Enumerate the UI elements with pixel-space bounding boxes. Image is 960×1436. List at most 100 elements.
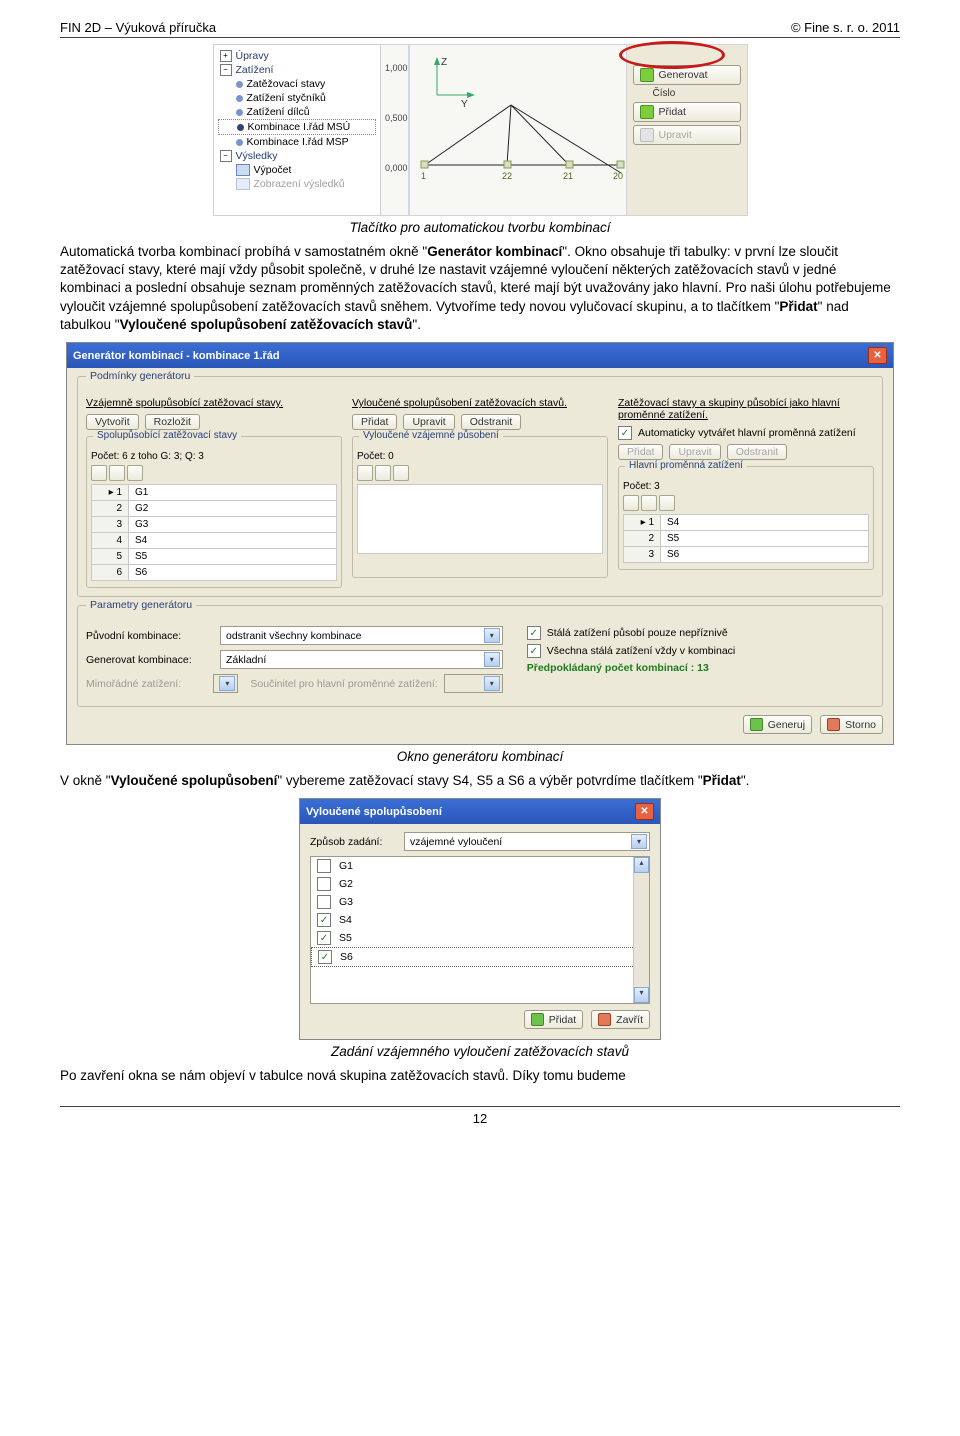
- dialog-title: Generátor kombinací - kombinace 1.řád: [73, 350, 280, 362]
- field-label: Mimořádné zatížení:: [86, 678, 207, 690]
- chevron-down-icon: ▾: [219, 676, 235, 691]
- dialog-titlebar[interactable]: Vyloučené spolupůsobení ✕: [300, 799, 660, 824]
- groupbox-label: Podmínky generátoru: [86, 370, 194, 382]
- field-label: Původní kombinace:: [86, 630, 214, 642]
- table-toolbar[interactable]: [623, 495, 869, 511]
- collapse-icon[interactable]: −: [220, 150, 232, 162]
- original-combo[interactable]: odstranit všechny kombinace▾: [220, 626, 503, 645]
- section-head: Vyloučené spolupůsobení zatěžovacích sta…: [352, 397, 608, 409]
- scroll-up-icon[interactable]: ▴: [634, 857, 649, 873]
- tree-item-selected[interactable]: Kombinace I.řád MSÚ: [248, 121, 351, 133]
- close-icon[interactable]: ✕: [868, 347, 887, 364]
- page-number: 12: [60, 1106, 900, 1126]
- add-button[interactable]: Přidat: [524, 1010, 583, 1029]
- tree-item[interactable]: Výpočet: [254, 164, 292, 176]
- table-label: Vyloučené vzájemné působení: [359, 430, 503, 441]
- tree-item[interactable]: Zatížení styčníků: [247, 92, 326, 104]
- states-table[interactable]: ▸ 1G1 2G2 3G3 4S4 5S5 6S6: [91, 484, 337, 581]
- node-label: 20: [613, 171, 623, 181]
- list-item: S4: [339, 914, 352, 926]
- tree-item[interactable]: Kombinace I.řád MSP: [247, 136, 349, 148]
- checkbox[interactable]: [317, 877, 331, 891]
- field-label: Způsob zadání:: [310, 836, 398, 848]
- checkbox[interactable]: ✓: [317, 931, 331, 945]
- add-button[interactable]: Přidat: [633, 102, 741, 122]
- tree-item[interactable]: Zatížení dílců: [247, 106, 310, 118]
- tree-group[interactable]: Úpravy: [236, 50, 269, 62]
- excluded-table[interactable]: [357, 484, 603, 554]
- expand-icon[interactable]: +: [220, 50, 232, 62]
- chevron-down-icon: ▾: [484, 676, 500, 691]
- meta-count: Počet: 0: [357, 451, 603, 462]
- create-button[interactable]: Vytvořit: [86, 414, 139, 430]
- figure-caption: Tlačítko pro automatickou tvorbu kombina…: [60, 220, 900, 235]
- close-button[interactable]: Zavřít: [591, 1010, 650, 1029]
- screenshot-tree-panel: +Úpravy −Zatížení Zatěžovací stavy Zatíž…: [213, 44, 748, 216]
- compute-icon: [236, 164, 250, 176]
- list-item: S6: [340, 951, 353, 963]
- node-label: 21: [563, 171, 573, 181]
- field-label: Součinitel pro hlavní proměnné zatížení:: [250, 678, 437, 690]
- checkbox[interactable]: ✓: [317, 913, 331, 927]
- check-icon: [750, 718, 763, 731]
- scroll-down-icon[interactable]: ▾: [634, 987, 649, 1003]
- checkbox-label: Všechna stálá zatížení vždy v kombinaci: [547, 645, 736, 657]
- edit-icon: [640, 128, 654, 142]
- generate-combo[interactable]: Základní▾: [220, 650, 503, 669]
- column-header: Číslo: [633, 88, 741, 99]
- add-button[interactable]: Přidat: [352, 414, 397, 430]
- checkbox[interactable]: ✓: [527, 644, 541, 658]
- axis-z-label: Z: [441, 57, 447, 68]
- section-head: Vzájemně spolupůsobící zatěžovací stavy.: [86, 397, 342, 409]
- bullet-icon: [237, 124, 244, 131]
- close-icon: [598, 1013, 611, 1026]
- tree-group[interactable]: Zatížení: [236, 64, 274, 76]
- generate-button[interactable]: Generuj: [743, 715, 812, 734]
- list-item: S5: [339, 932, 352, 944]
- scrollbar[interactable]: ▴ ▾: [633, 857, 649, 1003]
- checkbox[interactable]: ✓: [527, 626, 541, 640]
- bullet-icon: [236, 139, 243, 146]
- table-label: Spolupůsobící zatěžovací stavy: [93, 430, 241, 441]
- cancel-icon: [827, 718, 840, 731]
- cancel-button[interactable]: Storno: [820, 715, 883, 734]
- model-canvas[interactable]: 1,000 0,500 0,000 Z Y: [381, 44, 627, 216]
- paragraph: Automatická tvorba kombinací probíhá v s…: [60, 243, 900, 334]
- axis-tick: 1,000: [385, 63, 408, 73]
- highlight-ring-icon: [619, 41, 725, 69]
- dialog-titlebar[interactable]: Generátor kombinací - kombinace 1.řád ✕: [67, 343, 893, 368]
- remove-button[interactable]: Odstranit: [461, 414, 522, 430]
- edit-button[interactable]: Upravit: [403, 414, 454, 430]
- checkbox[interactable]: ✓: [318, 950, 332, 964]
- axis-tick: 0,000: [385, 163, 408, 173]
- chevron-down-icon: ▾: [484, 652, 500, 667]
- gear-icon: [640, 68, 654, 82]
- table-toolbar[interactable]: [91, 465, 337, 481]
- axis-y-label: Y: [461, 99, 468, 110]
- paragraph: V okně "Vyloučené spolupůsobení" vyberem…: [60, 772, 900, 790]
- tree-group[interactable]: Výsledky: [236, 150, 278, 162]
- header-left: FIN 2D – Výuková příručka: [60, 20, 216, 35]
- checkbox[interactable]: [317, 859, 331, 873]
- bullet-icon: [236, 95, 243, 102]
- edit-button-disabled: Upravit: [633, 125, 741, 145]
- mode-combo[interactable]: vzájemné vyloučení▾: [404, 832, 650, 851]
- main-variable-table[interactable]: ▸ 1S4 2S5 3S6: [623, 514, 869, 563]
- plus-icon: [640, 105, 654, 119]
- axis-tick: 0,500: [385, 113, 408, 123]
- meta-count: Počet: 3: [623, 481, 869, 492]
- predicted-count: Předpokládaný počet kombinací : 13: [527, 662, 874, 674]
- checkbox[interactable]: [317, 895, 331, 909]
- coef-combo: ▾: [444, 674, 503, 693]
- node-label: 22: [502, 171, 512, 181]
- nav-tree: +Úpravy −Zatížení Zatěžovací stavy Zatíž…: [213, 44, 381, 216]
- tree-item[interactable]: Zatěžovací stavy: [247, 78, 326, 90]
- collapse-icon[interactable]: −: [220, 64, 232, 76]
- paragraph: Po zavření okna se nám objeví v tabulce …: [60, 1067, 900, 1085]
- table-toolbar[interactable]: [357, 465, 603, 481]
- auto-checkbox[interactable]: ✓: [618, 426, 632, 440]
- generator-dialog: Generátor kombinací - kombinace 1.řád ✕ …: [66, 342, 894, 745]
- states-listbox[interactable]: G1 G2 G3 ✓S4 ✓S5 ✓S6 ▴ ▾: [310, 856, 650, 1004]
- close-icon[interactable]: ✕: [635, 803, 654, 820]
- split-button[interactable]: Rozložit: [145, 414, 200, 430]
